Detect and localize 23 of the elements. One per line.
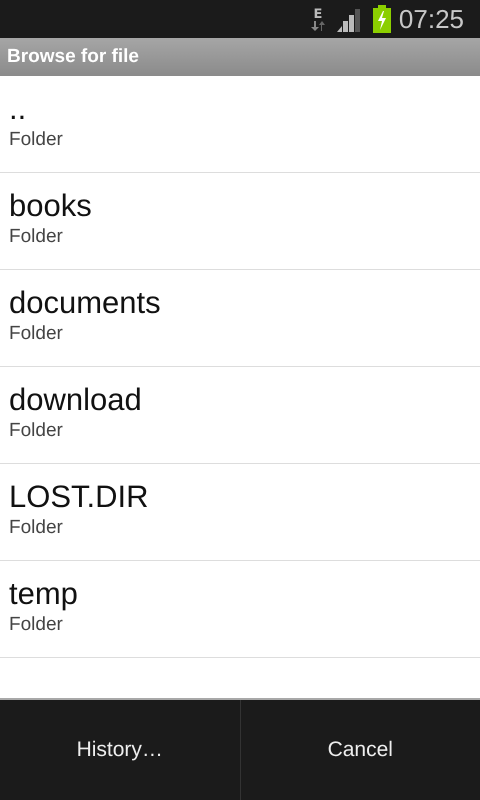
entry-name: temp [9,575,79,613]
entry-type: Folder [9,128,64,152]
entry-type: Folder [9,613,64,637]
entry-name: download [9,381,143,419]
status-time: 07:25 [398,2,464,36]
entry-name: .. [9,90,28,128]
data-arrows-icon [310,20,325,30]
file-entry[interactable]: .. Folder [0,76,480,173]
entry-type: Folder [9,419,64,443]
file-entry[interactable]: download Folder [0,367,480,464]
entry-type: Folder [9,322,64,346]
file-entry[interactable]: documents Folder [0,270,480,367]
file-entry[interactable]: temp Folder [0,561,480,658]
file-entry[interactable]: LOST.DIR Folder [0,464,480,561]
entry-name: LOST.DIR [9,478,150,516]
network-type: E [313,8,322,20]
entry-name: books [9,187,93,225]
entry-name: documents [9,284,162,322]
dialog-title: Browse for file [7,44,139,69]
entry-type: Folder [9,516,64,540]
file-entry[interactable]: books Folder [0,173,480,270]
entry-type: Folder [9,225,64,249]
battery-charging-icon [372,5,391,33]
